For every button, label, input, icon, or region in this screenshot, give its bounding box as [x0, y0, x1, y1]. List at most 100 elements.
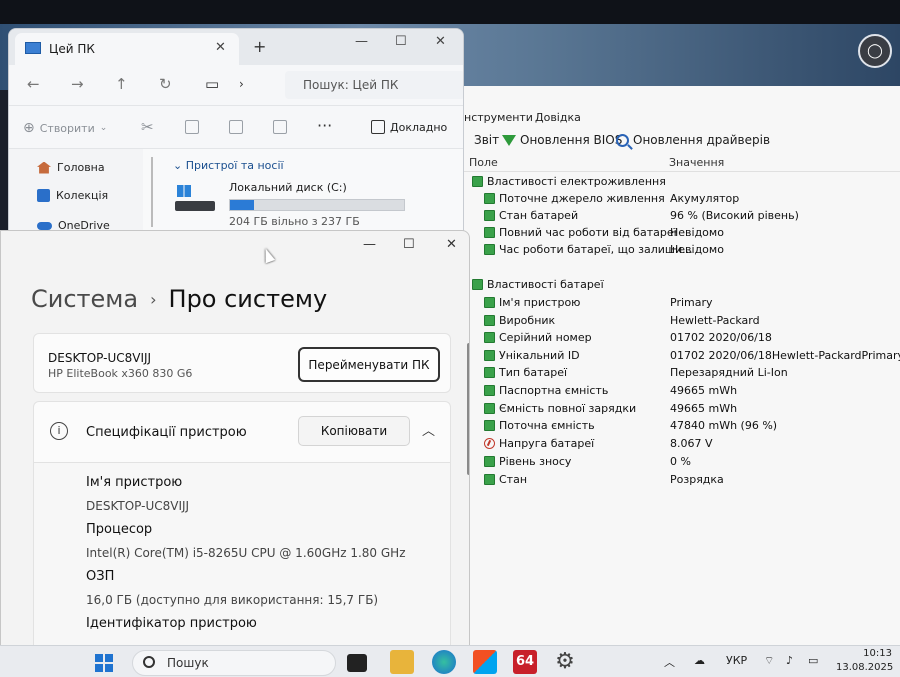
copy-button[interactable]: Копіювати [298, 416, 410, 446]
taskbar-search[interactable]: Пошук [132, 650, 336, 676]
forward-arrow-icon[interactable]: → [71, 75, 84, 93]
table-row[interactable]: Поточна ємність 47840 mWh (96 %) [440, 418, 900, 435]
minimize-button[interactable]: — [355, 34, 368, 49]
system-clock[interactable]: 10:13 13.08.2025 [836, 647, 893, 675]
language-indicator[interactable]: УКР [726, 654, 747, 667]
row-name: Тип батареї [499, 366, 568, 379]
row-name: Час роботи батареї, що залиши... [499, 243, 693, 256]
table-row[interactable]: Стан батарей 96 % (Високий рівень) [440, 208, 900, 225]
minimize-button[interactable]: — [363, 237, 376, 252]
close-button[interactable]: ✕ [446, 237, 457, 252]
table-row[interactable]: Ємність повної зарядки 49665 mWh [440, 401, 900, 418]
cut-icon[interactable]: ✂ [141, 118, 154, 136]
table-row[interactable]: Унікальний ID 01702 2020/06/18Hewlett-Pa… [440, 348, 900, 365]
new-tab-button[interactable]: + [253, 37, 266, 56]
column-field[interactable]: Поле [469, 156, 498, 169]
maximize-button[interactable]: ☐ [403, 237, 415, 252]
paste-icon[interactable] [229, 120, 243, 134]
battery-icon [484, 385, 495, 396]
breadcrumb: Система › Про систему [31, 285, 327, 313]
spec-value: DESKTOP-UC8VIJJ [86, 499, 190, 513]
rename-pc-button[interactable]: Перейменувати ПК [298, 347, 440, 382]
wifi-icon[interactable]: ⌔ [764, 654, 774, 668]
monitor-icon[interactable]: ▭ [205, 75, 219, 93]
explorer-command-bar: ⊕ Створити ⌄ ✂ ··· Докладно [9, 105, 463, 149]
menu-help[interactable]: Довідка [535, 111, 581, 124]
specs-title: Специфікації пристрою [86, 425, 247, 440]
aida64-icon[interactable]: 64 [513, 650, 537, 674]
tree-section-battery[interactable]: Властивості батареї [440, 277, 900, 294]
task-view-icon[interactable] [347, 654, 367, 672]
report-label: Звіт [474, 133, 500, 147]
tree-section-power[interactable]: Властивості електроживлення [440, 174, 900, 191]
row-name: Рівень зносу [499, 455, 572, 468]
report-button[interactable]: Звіт [474, 133, 499, 147]
column-value[interactable]: Значення [669, 156, 724, 169]
tab-this-pc[interactable]: Цей ПК ✕ [15, 33, 239, 65]
details-button[interactable]: Докладно [371, 120, 447, 134]
home-icon [37, 161, 51, 174]
drive-name[interactable]: Локальний диск (C:) [229, 181, 347, 194]
copy-icon[interactable] [185, 120, 199, 134]
search-icon [143, 656, 155, 668]
row-name: Ім'я пристрою [499, 296, 581, 309]
spec-key: ОЗП [86, 569, 115, 584]
scrollbar[interactable] [467, 343, 469, 475]
edge-icon[interactable] [432, 650, 456, 674]
back-arrow-icon[interactable]: ← [27, 75, 40, 93]
search-input[interactable]: Пошук: Цей ПК [285, 71, 463, 99]
chevron-up-icon[interactable]: ︿ [422, 420, 435, 439]
file-explorer-icon[interactable] [390, 650, 414, 674]
battery-icon[interactable]: ▭ [808, 654, 818, 667]
battery-icon [484, 474, 495, 485]
row-value: 49665 mWh [670, 402, 738, 415]
close-button[interactable]: ✕ [435, 34, 446, 49]
table-row[interactable]: Повний час роботи від батареї Невідомо [440, 225, 900, 242]
scrollbar[interactable] [151, 157, 153, 227]
row-value: Перезарядний Li-Ion [670, 366, 788, 379]
table-row[interactable]: Паспортна ємність 49665 mWh [440, 383, 900, 400]
new-button[interactable]: ⊕ Створити ⌄ [23, 120, 107, 136]
row-value: 96 % (Високий рівень) [670, 209, 799, 222]
section-devices[interactable]: ⌄ Пристрої та носії [173, 159, 284, 172]
table-row[interactable]: Серійний номер 01702 2020/06/18 [440, 330, 900, 347]
user-account-icon[interactable]: ◯ [858, 34, 892, 68]
driver-update-button[interactable]: Оновлення драйверів [616, 133, 770, 147]
spec-key: Ім'я пристрою [86, 475, 183, 490]
breadcrumb-parent[interactable]: Система [31, 285, 138, 313]
sidebar-item-gallery[interactable]: Колекція [37, 189, 108, 202]
bios-update-button[interactable]: Оновлення BIOS [502, 133, 622, 147]
refresh-icon[interactable]: ↻ [159, 75, 172, 93]
table-row[interactable]: Виробник Hewlett-Packard [440, 313, 900, 330]
chevron-right-icon[interactable]: › [239, 77, 244, 91]
volume-icon[interactable]: ♪ [786, 654, 793, 667]
table-row[interactable]: Стан Розрядка [440, 472, 900, 489]
rename-icon[interactable] [273, 120, 287, 134]
device-specs-header[interactable]: i Специфікації пристрою Копіювати ︿ [33, 401, 451, 463]
table-row[interactable]: Тип батареї Перезарядний Li-Ion [440, 365, 900, 382]
menu-tools[interactable]: нструменти [464, 111, 533, 124]
start-button[interactable] [95, 654, 113, 672]
details-label: Докладно [390, 120, 448, 134]
drive-icon[interactable] [175, 185, 215, 215]
chevron-up-icon[interactable]: ︿ [664, 654, 675, 670]
maximize-button[interactable]: ☐ [395, 34, 407, 49]
close-tab-icon[interactable]: ✕ [215, 40, 226, 55]
settings-gear-icon[interactable]: ⚙ [553, 650, 577, 674]
store-icon[interactable] [473, 650, 497, 674]
row-name: Поточне джерело живлення [499, 192, 665, 205]
table-row[interactable]: Поточне джерело живлення Акумулятор [440, 191, 900, 208]
aida-toolbar: Звіт Оновлення BIOS Оновлення драйверів [440, 128, 900, 154]
cloud-icon[interactable]: ☁ [694, 654, 705, 667]
row-value: 01702 2020/06/18 [670, 331, 772, 344]
sidebar-item-home[interactable]: Головна [37, 161, 105, 174]
table-row[interactable]: Напруга батареї 8.067 V [440, 436, 900, 453]
chevron-down-icon: ⌄ [173, 159, 183, 172]
up-arrow-icon[interactable]: ↑ [115, 75, 128, 93]
drive-free-space: 204 ГБ вільно з 237 ГБ [229, 215, 360, 228]
more-options-icon[interactable]: ··· [317, 116, 332, 135]
table-row[interactable]: Ім'я пристрою Primary [440, 295, 900, 312]
table-row[interactable]: Рівень зносу 0 % [440, 454, 900, 471]
battery-icon [484, 350, 495, 361]
table-row[interactable]: Час роботи батареї, що залиши... Невідом… [440, 242, 900, 259]
